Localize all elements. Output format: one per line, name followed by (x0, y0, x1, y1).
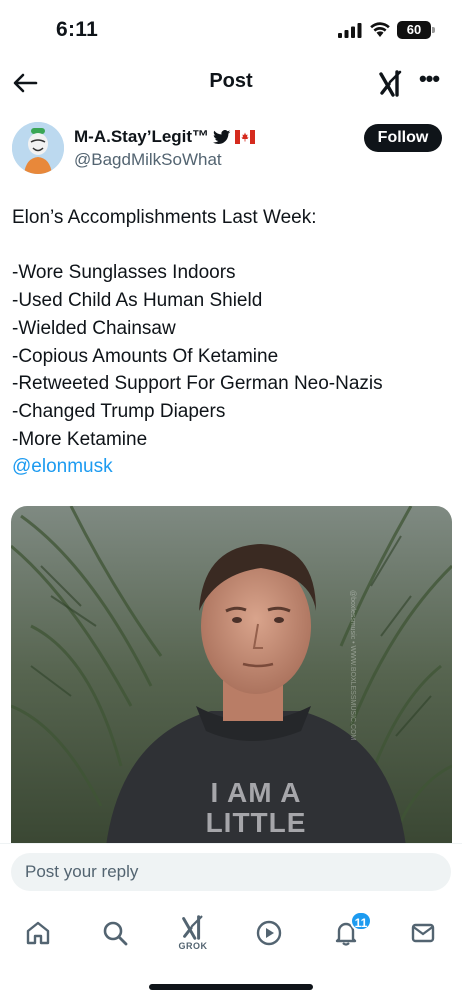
grok-icon (182, 915, 203, 940)
reply-input[interactable] (11, 853, 451, 891)
post-text-line: -Copious Amounts Of Ketamine (12, 345, 279, 367)
author-name-row[interactable]: M-A.Stay’Legit™ (74, 127, 256, 147)
tab-search[interactable] (98, 916, 132, 950)
play-icon (256, 920, 282, 946)
twitter-bird-icon (213, 129, 231, 144)
avatar[interactable] (12, 122, 64, 174)
tab-home[interactable] (21, 916, 55, 950)
grok-button[interactable] (376, 68, 406, 98)
avatar-image (12, 122, 64, 174)
cellular-signal-icon (338, 23, 362, 38)
post-header: Post ••• (0, 60, 462, 106)
post-text-line: -Wielded Chainsaw (12, 317, 176, 339)
image-watermark: @boxlessmusic • WWW.BOXLESSMUSIC.COM (349, 590, 356, 741)
tab-grok-label: GROK (178, 941, 208, 951)
messages-icon (411, 923, 435, 943)
shirt-text-line: I AM A (210, 777, 302, 808)
home-indicator (149, 984, 313, 990)
home-icon (26, 921, 50, 945)
status-bar: 6:11 60 (0, 0, 462, 60)
wifi-icon (370, 22, 390, 37)
post-text-line: -Changed Trump Diapers (12, 400, 226, 422)
post-text-line: -Wore Sunglasses Indoors (12, 262, 236, 284)
shirt-text: I AM A LITTLE (196, 778, 316, 838)
post-text-line: Elon’s Accomplishments Last Week: (12, 207, 317, 228)
more-options-button[interactable]: ••• (414, 68, 444, 98)
battery-indicator: 60 (397, 21, 435, 39)
search-icon (103, 921, 128, 946)
tab-messages[interactable] (406, 916, 440, 950)
notification-badge: 11 (350, 911, 372, 931)
tab-grok[interactable] (176, 910, 210, 944)
post-text-blank-line (12, 232, 452, 260)
shirt-text-line: LITTLE (205, 807, 307, 838)
post-text: Elon’s Accomplishments Last Week: -Wore … (12, 204, 452, 481)
tab-video[interactable] (252, 916, 286, 950)
author-handle[interactable]: @BagdMilkSoWhat (74, 150, 222, 170)
canada-flag-icon (235, 130, 256, 144)
post-text-line: -Used Child As Human Shield (12, 290, 263, 312)
follow-button[interactable]: Follow (364, 124, 442, 152)
post-text-line: -Retweeted Support For German Neo-Nazis (12, 373, 383, 395)
status-time: 6:11 (56, 18, 99, 41)
author-name[interactable]: M-A.Stay’Legit™ (74, 127, 209, 147)
mention-link[interactable]: @elonmusk (12, 453, 452, 481)
post-text-line: -More Ketamine (12, 428, 148, 450)
grok-icon (379, 70, 402, 97)
